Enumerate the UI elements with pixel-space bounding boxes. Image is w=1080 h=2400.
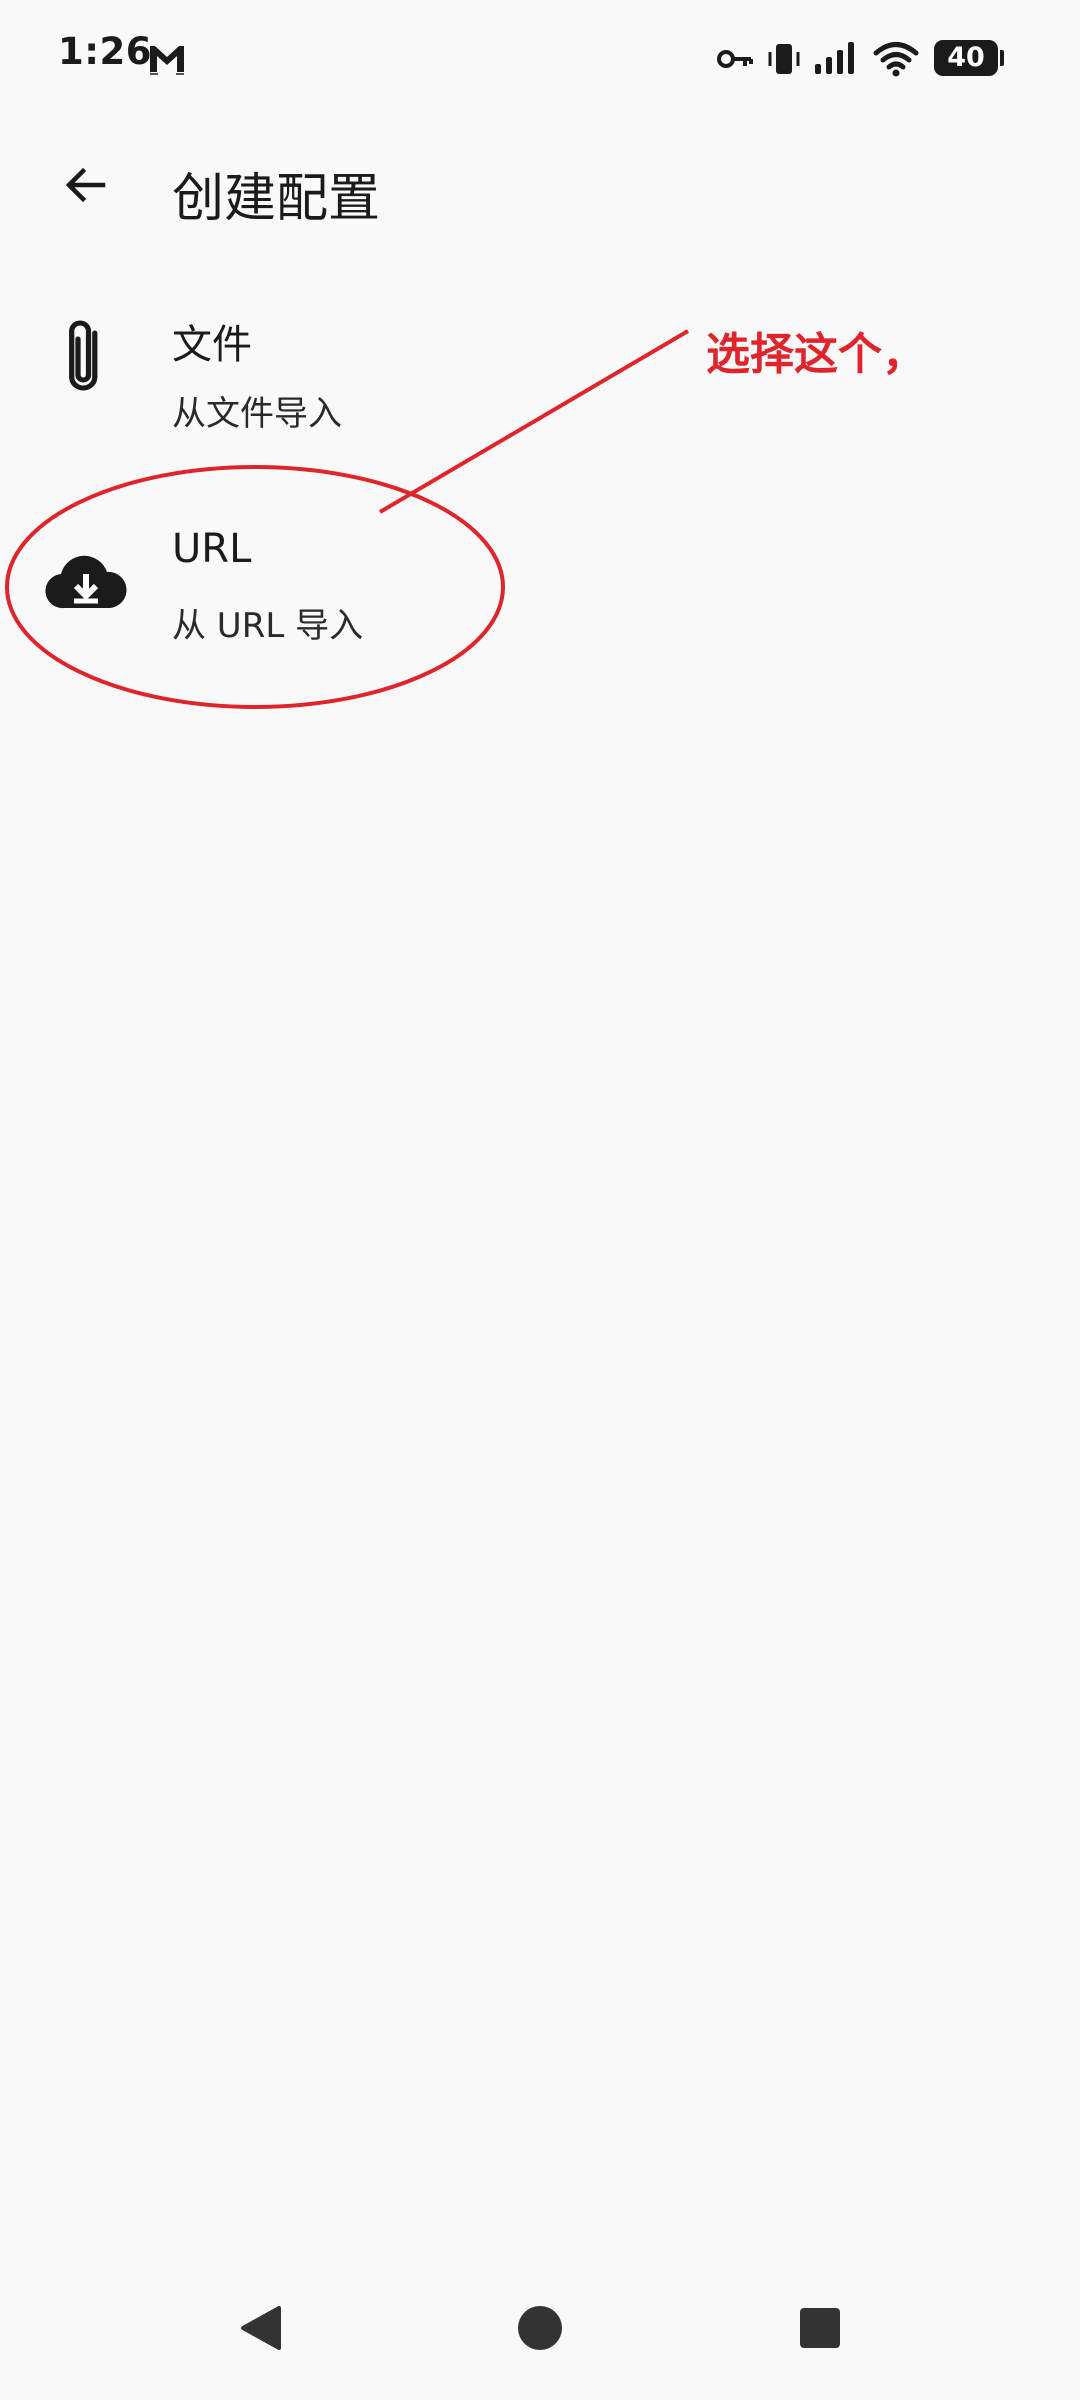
status-time: 1:26 <box>58 30 153 73</box>
app-bar: 创建配置 <box>0 116 1080 268</box>
list-item-subtitle: 从 URL 导入 <box>172 606 364 646</box>
nav-recents-button[interactable] <box>770 2280 870 2380</box>
paperclip-icon <box>40 312 132 404</box>
list-item-title: 文件 <box>172 322 252 368</box>
list-item-url[interactable]: URL 从 URL 导入 <box>0 478 1080 688</box>
nav-home-button[interactable] <box>490 2280 590 2380</box>
navigation-bar <box>0 2260 1080 2400</box>
list-item-title: URL <box>172 526 252 572</box>
back-button[interactable] <box>52 154 118 220</box>
signal-icon <box>812 38 860 80</box>
annotation-text: 选择这个， <box>706 329 926 380</box>
cloud-download-icon <box>40 536 132 628</box>
battery-nub <box>1000 50 1004 66</box>
status-bar: 1:26 40 <box>0 0 1080 116</box>
battery-icon: 40 <box>934 40 998 76</box>
arrow-left-icon <box>63 163 107 211</box>
nav-home-icon <box>516 2304 564 2356</box>
wifi-icon <box>872 38 920 80</box>
list-item-subtitle: 从文件导入 <box>172 394 342 434</box>
vpn-key-icon <box>716 38 756 80</box>
gmail-icon <box>146 38 188 80</box>
nav-back-icon <box>235 2302 285 2358</box>
nav-back-button[interactable] <box>210 2280 310 2380</box>
nav-recents-icon <box>798 2306 842 2354</box>
page-title: 创建配置 <box>172 169 381 229</box>
vibrate-icon <box>764 38 804 80</box>
